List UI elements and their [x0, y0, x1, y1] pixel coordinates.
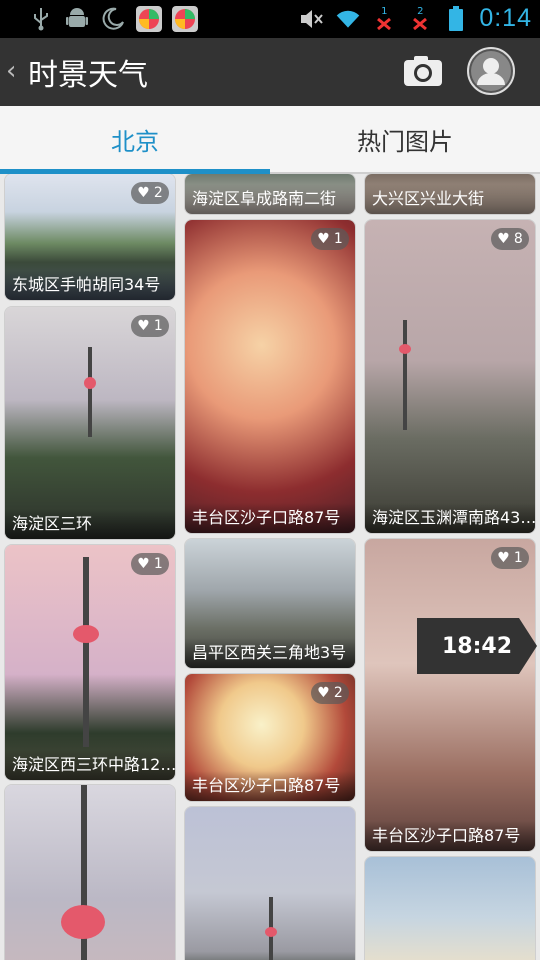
- photo-card[interactable]: ♥ 1 海淀区西三环中路12…: [5, 545, 175, 780]
- usb-icon: [28, 6, 54, 32]
- tv-tower-head: [61, 905, 105, 939]
- camera-icon[interactable]: [402, 54, 444, 90]
- app-bar: ‹ 时景天气: [0, 38, 540, 106]
- tv-tower-head: [73, 625, 99, 643]
- photo-caption: 海淀区三环: [5, 509, 175, 539]
- photo-card[interactable]: [5, 785, 175, 960]
- android-icon: [64, 6, 90, 32]
- status-clock: 0:14: [479, 4, 532, 32]
- heart-icon: ♥: [497, 550, 510, 566]
- app-title[interactable]: 时景天气: [28, 50, 148, 94]
- like-badge[interactable]: ♥ 1: [311, 228, 349, 250]
- tv-tower-head: [84, 377, 96, 389]
- photo-caption: 大兴区兴业大街: [365, 184, 535, 214]
- heart-icon: ♥: [497, 231, 510, 247]
- tab-hot-pictures[interactable]: 热门图片: [270, 106, 540, 172]
- photo-caption: 丰台区沙子口路87号: [185, 503, 355, 533]
- photo-caption: 丰台区沙子口路87号: [365, 821, 535, 851]
- photo-caption: 昌平区西关三角地3号: [185, 638, 355, 668]
- battery-icon: [443, 5, 469, 32]
- photo-card[interactable]: ♥ 2 丰台区沙子口路87号: [185, 674, 355, 801]
- photo-card[interactable]: 海淀区阜成路南二街: [185, 174, 355, 214]
- moon-icon: [100, 6, 126, 32]
- like-badge[interactable]: ♥ 2: [131, 182, 169, 204]
- like-badge[interactable]: ♥ 1: [131, 315, 169, 337]
- app-icon: [136, 6, 162, 32]
- heart-icon: ♥: [137, 185, 150, 201]
- signal-2-icon: 2: [407, 6, 433, 32]
- heart-icon: ♥: [317, 685, 330, 701]
- status-bar: 1 2 0:14: [0, 0, 540, 38]
- like-badge[interactable]: ♥ 2: [311, 682, 349, 704]
- tab-bar: 北京 热门图片: [0, 106, 540, 174]
- heart-icon: ♥: [137, 318, 150, 334]
- photo-caption: 海淀区西三环中路12…: [5, 750, 175, 780]
- tv-tower: [83, 557, 89, 747]
- app-icon: [172, 6, 198, 32]
- tv-tower-head: [265, 927, 277, 937]
- heart-icon: ♥: [137, 556, 150, 572]
- photo-card[interactable]: ♥ 1 海淀区三环: [5, 307, 175, 539]
- photo-grid[interactable]: ♥ 2 东城区手帕胡同34号 ♥ 1 海淀区三环 ♥ 1 海淀区西三环中路12… 海淀…: [0, 174, 540, 960]
- like-badge[interactable]: ♥ 1: [131, 553, 169, 575]
- photo-card[interactable]: ♥ 1 丰台区沙子口路87号: [185, 220, 355, 533]
- photo-card[interactable]: 昌平区西关三角地3号: [185, 539, 355, 668]
- time-flag: 18:42: [417, 618, 537, 674]
- tv-tower: [88, 347, 92, 437]
- photo-card[interactable]: 大兴区兴业大街: [365, 174, 535, 214]
- photo-card[interactable]: [365, 857, 535, 960]
- photo-card[interactable]: [185, 807, 355, 960]
- like-badge[interactable]: ♥ 8: [491, 228, 529, 250]
- like-badge[interactable]: ♥ 1: [491, 547, 529, 569]
- photo-caption: 海淀区玉渊潭南路43…: [365, 503, 535, 533]
- photo-card[interactable]: ♥ 8 海淀区玉渊潭南路43…: [365, 220, 535, 533]
- notification-icons: [28, 6, 198, 32]
- photo-card[interactable]: ♥ 1 丰台区沙子口路87号: [365, 539, 535, 851]
- tv-tower: [403, 320, 407, 430]
- tv-tower-head: [399, 344, 411, 354]
- photo-card[interactable]: ♥ 2 东城区手帕胡同34号: [5, 174, 175, 300]
- photo-caption: 海淀区阜成路南二街: [185, 184, 355, 214]
- avatar-icon[interactable]: [467, 47, 515, 95]
- back-chevron-icon[interactable]: ‹: [6, 56, 20, 86]
- system-icons: 1 2 0:14: [299, 4, 532, 33]
- tab-beijing[interactable]: 北京: [0, 106, 270, 172]
- heart-icon: ♥: [317, 231, 330, 247]
- photo-caption: 丰台区沙子口路87号: [185, 771, 355, 801]
- wifi-icon: [335, 6, 361, 32]
- photo-caption: 东城区手帕胡同34号: [5, 270, 175, 300]
- mute-icon: [299, 6, 325, 32]
- signal-1-icon: 1: [371, 6, 397, 32]
